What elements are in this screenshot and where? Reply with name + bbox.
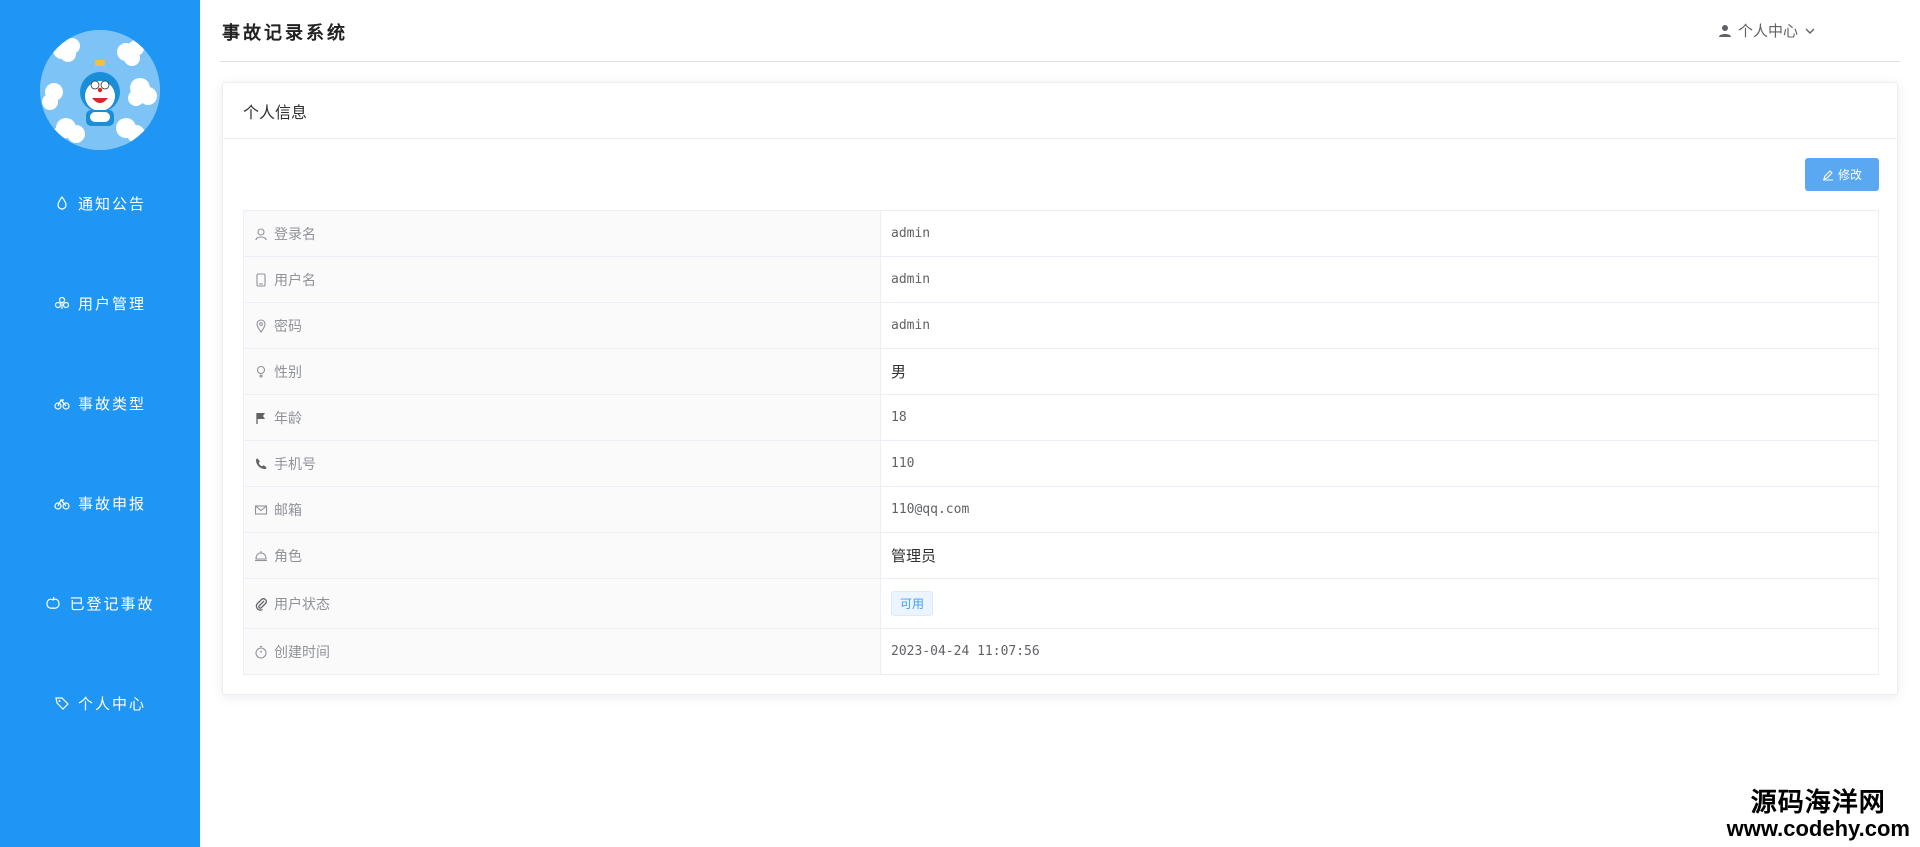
sidebar-item-accident-types[interactable]: 事故类型 bbox=[0, 383, 200, 423]
table-row: 登录名 admin bbox=[243, 210, 1879, 257]
tag-icon bbox=[54, 695, 70, 711]
mobile-icon bbox=[254, 272, 268, 287]
table-row: 创建时间 2023-04-24 11:07:56 bbox=[243, 628, 1879, 675]
bicycle-icon bbox=[54, 395, 70, 411]
row-value: admin bbox=[880, 210, 1879, 257]
chevron-down-icon bbox=[1805, 28, 1815, 34]
row-value: 18 bbox=[880, 394, 1879, 441]
table-row: 密码 admin bbox=[243, 302, 1879, 349]
row-label: 手机号 bbox=[274, 455, 316, 472]
avatar[interactable] bbox=[40, 30, 160, 150]
app-title: 事故记录系统 bbox=[222, 23, 348, 44]
row-label: 角色 bbox=[274, 547, 302, 564]
row-label: 用户名 bbox=[274, 271, 316, 288]
user-menu-label: 个人中心 bbox=[1737, 23, 1798, 40]
table-row: 用户名 admin bbox=[243, 256, 1879, 303]
sidebar-item-label: 通知公告 bbox=[77, 195, 146, 213]
sidebar-item-label: 事故申报 bbox=[77, 495, 146, 513]
sidebar-item-accident-report[interactable]: 事故申报 bbox=[0, 483, 200, 523]
row-value: 110 bbox=[880, 440, 1879, 487]
top-header: 事故记录系统 个人中心 bbox=[220, 0, 1900, 62]
profile-descriptions: 登录名 admin 用户名 admin 密码 admin 性别 男 年龄 18 … bbox=[243, 210, 1879, 675]
sidebar-item-label: 事故类型 bbox=[77, 395, 146, 413]
row-label: 密码 bbox=[274, 317, 302, 334]
row-value: 管理员 bbox=[880, 532, 1879, 579]
flag-icon bbox=[254, 411, 268, 425]
user-group-icon bbox=[54, 295, 70, 311]
user-icon bbox=[1718, 24, 1731, 37]
phone-icon bbox=[254, 457, 268, 471]
sidebar-item-label: 用户管理 bbox=[77, 295, 146, 313]
user-icon bbox=[254, 227, 268, 241]
sidebar-item-label: 已登记事故 bbox=[69, 595, 155, 613]
sidebar: 通知公告 用户管理 事故类型 事故申报 已登记事故 个人中心 bbox=[0, 0, 200, 847]
row-label: 性别 bbox=[274, 363, 302, 380]
table-row: 用户状态 可用 bbox=[243, 578, 1879, 629]
table-row: 邮箱 110@qq.com bbox=[243, 486, 1879, 533]
user-menu-dropdown[interactable]: 个人中心 bbox=[1718, 20, 1822, 41]
sidebar-item-label: 个人中心 bbox=[77, 695, 146, 713]
watermark: 源码海洋网 www.codehy.com bbox=[1727, 788, 1910, 841]
sidebar-item-users[interactable]: 用户管理 bbox=[0, 283, 200, 323]
edit-icon bbox=[1822, 169, 1833, 180]
edit-button-label: 修改 bbox=[1837, 168, 1862, 182]
table-row: 角色 管理员 bbox=[243, 532, 1879, 579]
sidebar-item-registered-accidents[interactable]: 已登记事故 bbox=[0, 583, 200, 623]
table-row: 手机号 110 bbox=[243, 440, 1879, 487]
row-label: 用户状态 bbox=[274, 595, 330, 612]
row-label: 邮箱 bbox=[274, 501, 302, 518]
paperclip-icon bbox=[254, 597, 268, 611]
sidebar-item-notices[interactable]: 通知公告 bbox=[0, 183, 200, 223]
location-icon bbox=[254, 318, 268, 333]
row-label: 年龄 bbox=[274, 409, 302, 426]
row-label: 登录名 bbox=[274, 225, 316, 242]
row-label: 创建时间 bbox=[274, 643, 330, 660]
profile-card: 个人信息 修改 登录名 admin 用户名 admin 密码 admin 性别 … bbox=[222, 82, 1898, 695]
row-value: 2023-04-24 11:07:56 bbox=[880, 628, 1879, 675]
table-row: 年龄 18 bbox=[243, 394, 1879, 441]
status-badge: 可用 bbox=[891, 591, 934, 616]
bicycle-icon bbox=[54, 495, 70, 511]
watermark-line2: www.codehy.com bbox=[1726, 815, 1910, 841]
message-icon bbox=[254, 503, 268, 517]
table-row: 性别 男 bbox=[243, 348, 1879, 395]
row-value: admin bbox=[880, 256, 1879, 303]
card-title-text: 个人信息 bbox=[243, 104, 308, 122]
card-title: 个人信息 bbox=[223, 83, 1897, 139]
row-value: admin bbox=[880, 302, 1879, 349]
bell-icon bbox=[254, 549, 268, 563]
apple-icon bbox=[45, 595, 61, 611]
female-icon bbox=[254, 365, 268, 379]
edit-button[interactable]: 修改 bbox=[1805, 158, 1879, 191]
doraemon-avatar-icon bbox=[40, 30, 160, 150]
timer-icon bbox=[254, 645, 268, 659]
sidebar-item-profile[interactable]: 个人中心 bbox=[0, 683, 200, 723]
row-value: 110@qq.com bbox=[880, 486, 1879, 533]
droplet-icon bbox=[54, 195, 70, 211]
row-value: 男 bbox=[880, 348, 1879, 395]
watermark-line1: 源码海洋网 bbox=[1750, 787, 1886, 818]
